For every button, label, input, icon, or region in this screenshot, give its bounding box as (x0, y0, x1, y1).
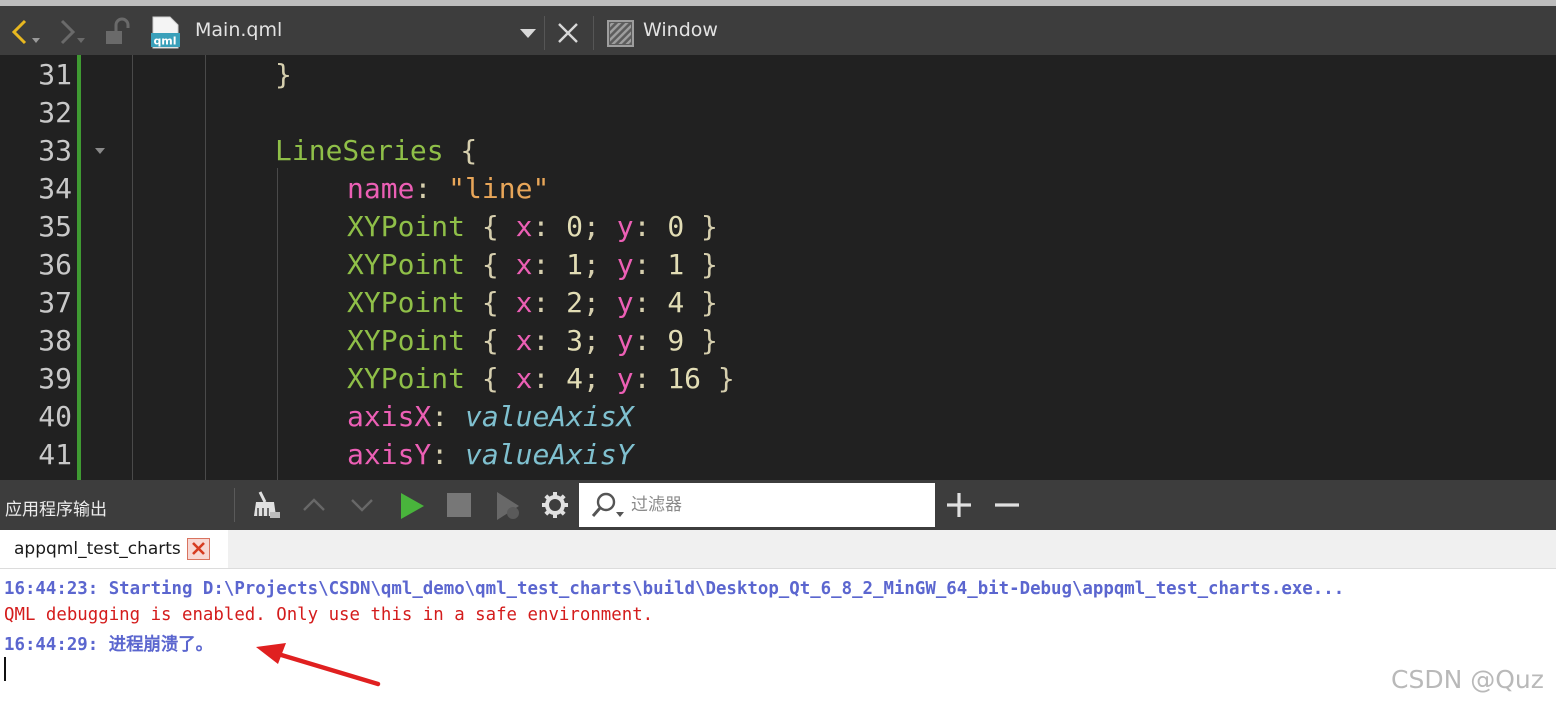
line-number: 35 (38, 210, 72, 243)
code-token: XYPoint (347, 210, 466, 243)
line-number: 38 (38, 324, 72, 357)
output-line: QML debugging is enabled. Only use this … (4, 605, 654, 625)
code-editor[interactable]: 31 32 33 34 35 36 37 38 39 40 41 } LineS… (0, 55, 1556, 480)
code-token: LineSeries (275, 134, 444, 167)
code-line: name: "line" (347, 172, 549, 205)
lock-icon[interactable] (104, 17, 132, 47)
down-icon[interactable] (350, 494, 374, 520)
close-tab-icon[interactable] (187, 538, 210, 560)
code-token: XYPoint (347, 248, 466, 281)
code-line: axisY: valueAxisY (347, 438, 634, 471)
window-symbol-icon (607, 20, 634, 47)
code-token: } (275, 58, 292, 91)
code-token: XYPoint (347, 362, 466, 395)
symbol-label[interactable]: Window (643, 19, 718, 41)
forward-arrow-icon[interactable] (57, 18, 89, 48)
search-icon[interactable] (591, 491, 627, 523)
code-line: } (275, 58, 292, 91)
code-token: : (414, 172, 449, 205)
toolbar-separator (593, 16, 594, 50)
output-tab[interactable]: appqml_test_charts (0, 530, 228, 568)
output-tab-label: appqml_test_charts (14, 539, 181, 559)
filter-box (579, 483, 935, 527)
line-number: 37 (38, 286, 72, 319)
indent-guide (277, 168, 278, 480)
qml-file-icon-text: qml (153, 35, 176, 48)
settings-gear-icon[interactable] (541, 491, 569, 523)
indent-guide (205, 55, 206, 480)
line-number: 32 (38, 96, 72, 129)
plus-icon[interactable] (946, 492, 972, 522)
annotation-arrow-icon (256, 643, 381, 687)
output-pane-toolbar: 应用程序输出 (0, 480, 1556, 530)
code-token: 4 (566, 362, 584, 395)
code-token: 0 (667, 210, 685, 243)
run-icon[interactable] (399, 491, 425, 525)
code-token: 4 (667, 286, 685, 319)
fold-arrow-icon[interactable] (95, 148, 105, 154)
code-line: axisX: valueAxisX (347, 400, 634, 433)
code-token: axisX (347, 400, 432, 433)
editor-toolbar: qml Main.qml Window (0, 0, 1556, 55)
code-line: LineSeries { (275, 134, 477, 167)
code-token: 3 (566, 324, 584, 357)
code-line: XYPoint { x: 1; y: 1 } (347, 248, 718, 281)
code-line: XYPoint { x: 0; y: 0 } (347, 210, 718, 243)
toolbar-separator (234, 488, 235, 522)
line-number: 31 (38, 58, 72, 91)
output-line: 16:44:29: 进程崩溃了。 (4, 635, 214, 655)
code-token: XYPoint (347, 286, 466, 319)
close-document-icon[interactable] (556, 21, 580, 45)
output-tab-strip: appqml_test_charts (0, 530, 1556, 569)
code-token: valueAxisX (465, 400, 634, 433)
code-line: XYPoint { x: 3; y: 9 } (347, 324, 718, 357)
filter-input[interactable] (631, 483, 921, 527)
line-number: 40 (38, 400, 72, 433)
code-token: "line" (448, 172, 550, 205)
line-number: 36 (38, 248, 72, 281)
up-icon[interactable] (302, 494, 326, 520)
indent-guide (132, 55, 133, 480)
code-token: 2 (566, 286, 584, 319)
code-token: 9 (667, 324, 685, 357)
code-token: axisY (347, 438, 432, 471)
debug-icon[interactable] (495, 490, 523, 526)
code-token: valueAxisY (465, 438, 634, 471)
application-output[interactable]: 16:44:23: Starting D:\Projects\CSDN\qml_… (0, 569, 1556, 708)
toolbar-separator (544, 16, 545, 50)
output-pane-title[interactable]: 应用程序输出 (5, 495, 107, 520)
output-line: 16:44:23: Starting D:\Projects\CSDN\qml_… (4, 579, 1345, 599)
text-cursor (4, 657, 6, 681)
file-dropdown-icon[interactable] (519, 28, 537, 40)
code-token: 0 (566, 210, 584, 243)
code-line: XYPoint { x: 4; y: 16 } (347, 362, 735, 395)
code-token: 1 (667, 248, 685, 281)
minus-icon[interactable] (994, 492, 1020, 522)
code-token: 16 (667, 362, 702, 395)
back-arrow-icon[interactable] (8, 18, 40, 48)
qml-file-icon: qml (150, 16, 182, 50)
line-number: 34 (38, 172, 72, 205)
file-name-label: Main.qml (195, 19, 283, 41)
line-number: 33 (38, 134, 72, 167)
code-token: { (443, 134, 478, 167)
line-number: 41 (38, 438, 72, 471)
code-token: name (347, 172, 415, 205)
code-line: XYPoint { x: 2; y: 4 } (347, 286, 718, 319)
code-token: XYPoint (347, 324, 466, 357)
code-token: 1 (566, 248, 584, 281)
line-number: 39 (38, 362, 72, 395)
clean-icon[interactable] (252, 490, 284, 526)
watermark: CSDN @Quz (1391, 665, 1544, 694)
stop-icon[interactable] (447, 493, 471, 521)
change-marker-bar (77, 55, 81, 480)
